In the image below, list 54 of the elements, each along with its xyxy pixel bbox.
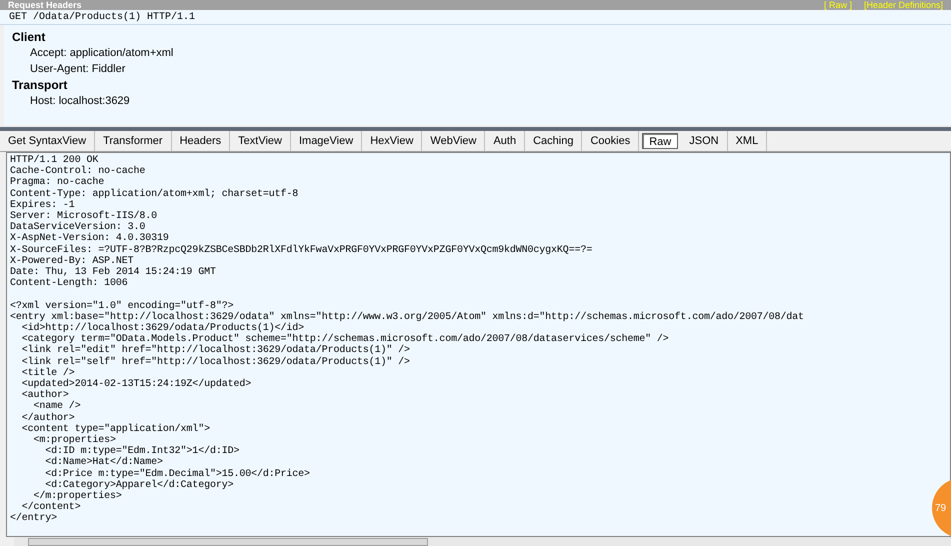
code-line: <?xml version="1.0" encoding="utf-8"?> xyxy=(10,300,234,312)
code-line: <d:Name>Hat</d:Name> xyxy=(44,457,163,468)
tab[interactable]: Caching xyxy=(525,131,582,151)
tab[interactable]: Auth xyxy=(485,131,526,151)
tab[interactable]: Raw xyxy=(642,133,678,149)
code-line: </m:properties> xyxy=(34,491,122,502)
code-line: Content-Type: application/atom+xml; charset=utf-8 xyxy=(10,188,298,200)
header-entry: Host: localhost:3629 xyxy=(29,94,131,109)
code-line: <d:Category>Apparel</d:Category> xyxy=(45,480,234,491)
code-line: X-Powered-By: ASP.NET xyxy=(10,256,134,267)
code-line: <updated>2014-02-13T15:24:19Z</updated> xyxy=(20,379,252,390)
code-line: <id>http://localhost:3629/odata/Products(1)</id> xyxy=(20,323,304,334)
code-line: <name /> xyxy=(32,401,81,412)
code-line: <d:Price m:type="Edm.Decimal">15.00</d:Price> xyxy=(44,468,310,480)
code-line: <entry xml:base="http://localhost:3629/odata" xmlns="http://www.w3.org/2005/Atom" xmlns:d="http://schemas.microsoft.com/ado/2007/08/dat xyxy=(10,312,804,323)
header-entry: User-Agent: Fiddler xyxy=(29,62,126,77)
tab[interactable]: Cookies xyxy=(582,131,640,151)
code-line: </entry> xyxy=(10,513,58,525)
code-line: Content-Length: 1006 xyxy=(10,278,128,290)
code-line: Expires: -1 xyxy=(10,200,75,211)
tab[interactable]: HexView xyxy=(362,131,422,151)
code-line: X-SourceFiles: =?UTF-8?B?RzpcQ29kZSBCeSBDb2RlXFdlYkFwaVxPRGF0YVxPRGF0YVxPZGF0YVxQcm9kdWN0cygxKQ==?= xyxy=(10,244,592,256)
code-line: Pragma: no-cache xyxy=(10,177,104,188)
code-line: HTTP/1.1 200 OK xyxy=(10,155,98,166)
header-entry: Accept: application/atom+xml xyxy=(29,46,174,61)
code-line: <link rel="edit" href="http://localhost:3629/odata/Products(1)" /> xyxy=(20,345,410,356)
code-line: Server: Microsoft-IIS/8.0 xyxy=(10,211,158,222)
code-line: </author> xyxy=(20,412,75,424)
tab[interactable]: WebView xyxy=(422,131,486,151)
code-line: <d:ID m:type="Edm.Int32">1</d:ID> xyxy=(44,446,240,458)
header-group: Client xyxy=(12,29,951,45)
tab[interactable]: Transformer xyxy=(95,131,172,151)
header-group: Transport xyxy=(12,77,951,93)
tab[interactable]: JSON xyxy=(681,131,728,151)
code-line: Cache-Control: no-cache xyxy=(10,166,146,178)
scrollbar-thumb[interactable] xyxy=(28,538,428,546)
code-line: <content type="application/xml"> xyxy=(20,424,210,435)
code-line: Date: Thu, 13 Feb 2014 15:24:19 GMT xyxy=(10,267,216,278)
code-line: X-AspNet-Version: 4.0.30319 xyxy=(10,233,169,244)
code-line: <category term="OData.Models.Product" scheme="http://schemas.microsoft.com/ado/2007/08/dataservices/scheme" /> xyxy=(20,334,669,346)
code-line: <author> xyxy=(20,390,69,402)
horizontal-scrollbar[interactable] xyxy=(14,537,951,546)
tab[interactable]: TextView xyxy=(230,131,291,151)
panel-title: Request Headers xyxy=(8,1,82,10)
tab[interactable]: Get SyntaxView xyxy=(0,131,96,151)
tab[interactable]: Headers xyxy=(172,131,230,151)
tab[interactable]: XML xyxy=(728,131,768,151)
code-line: <m:properties> xyxy=(32,435,116,446)
tab[interactable]: ImageView xyxy=(290,131,362,151)
code-line: DataServiceVersion: 3.0 xyxy=(10,222,146,234)
response-text-area[interactable] xyxy=(6,152,951,537)
code-line: <link rel="self" href="http://localhost:3629/odata/Products(1)" /> xyxy=(20,356,410,368)
code-line: </content> xyxy=(22,502,81,514)
code-line: <title /> xyxy=(20,368,75,379)
